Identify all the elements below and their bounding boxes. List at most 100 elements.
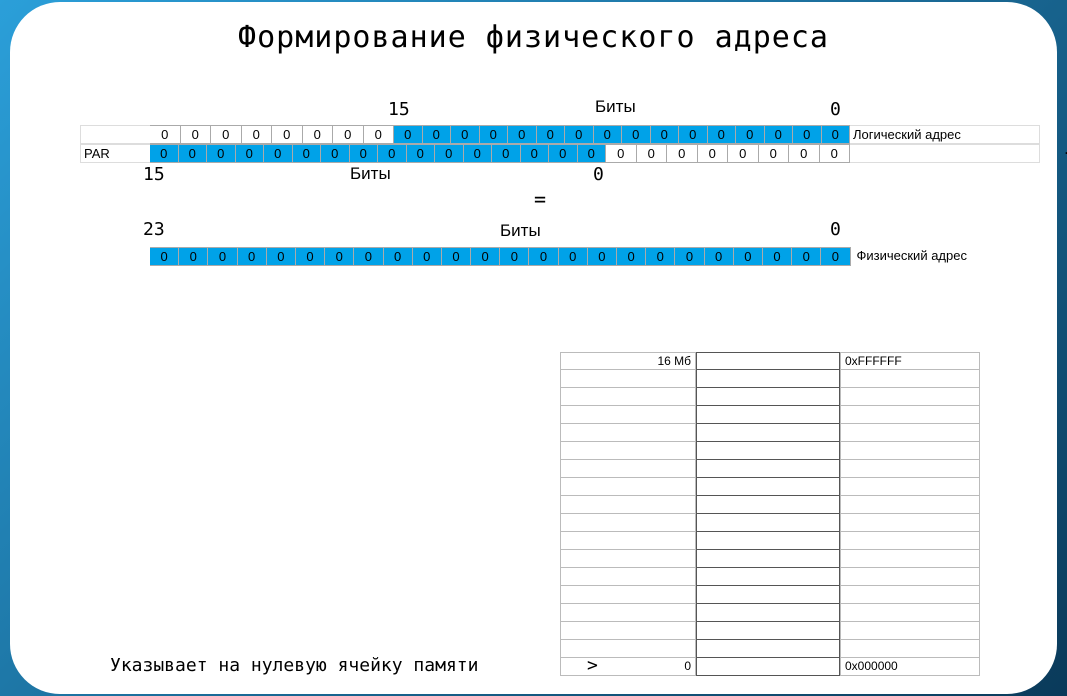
bit-cell: 0 [293, 144, 322, 163]
bit-cell: 0 [150, 125, 181, 144]
bit-cell: 0 [705, 247, 734, 266]
bit-cell: 0 [238, 247, 267, 266]
bit-cell: 0 [820, 144, 851, 163]
memory-row: 16 Мб 0xFFFFFF [560, 352, 980, 370]
bit-cell: 0 [559, 247, 588, 266]
memory-block-cell [696, 478, 840, 496]
equals-operator: = [80, 189, 1000, 219]
memory-addr-cell [840, 514, 980, 532]
memory-addr-cell [840, 640, 980, 658]
memory-row [560, 640, 980, 658]
bit-cell: 0 [333, 125, 364, 144]
bit-cell: 0 [736, 125, 765, 144]
bit-cell: 0 [321, 144, 350, 163]
bit-cell: 0 [242, 125, 273, 144]
bit-cell: 0 [622, 125, 651, 144]
memory-block-cell [696, 442, 840, 460]
memory-addr-cell [840, 586, 980, 604]
bit-cell: 0 [384, 247, 413, 266]
memory-block-cell [696, 568, 840, 586]
bit-cell: 0 [179, 247, 208, 266]
physical-bits-word: Биты [500, 221, 541, 241]
memory-row [560, 478, 980, 496]
bit-cell: 0 [303, 125, 334, 144]
bit-cell: 0 [679, 125, 708, 144]
bit-cell: 0 [667, 144, 698, 163]
bit-cell: 0 [179, 144, 208, 163]
memory-row [560, 424, 980, 442]
memory-block-cell [696, 550, 840, 568]
bit-cell: 0 [521, 144, 550, 163]
memory-row [560, 622, 980, 640]
bit-cell: 0 [793, 125, 822, 144]
bit-cell: 0 [792, 247, 821, 266]
bit-cell: 0 [394, 125, 423, 144]
bit-cell: 0 [651, 125, 680, 144]
memory-size-cell: 0 [560, 658, 696, 676]
memory-block-cell [696, 352, 840, 370]
memory-row [560, 604, 980, 622]
page-title: Формирование физического адреса [10, 2, 1057, 55]
memory-block-cell [696, 370, 840, 388]
par-label: PAR [80, 144, 150, 163]
address-diagram: + 15 Биты 0 000000000000000000000000Логи… [80, 97, 1040, 266]
par-hi-bit: 15 [143, 164, 165, 185]
memory-addr-cell [840, 604, 980, 622]
bit-cell: 0 [354, 247, 383, 266]
bit-cell: 0 [296, 247, 325, 266]
logical-left-spacer [80, 125, 150, 144]
memory-row [560, 514, 980, 532]
memory-size-cell: 16 Мб [560, 352, 696, 370]
memory-row [560, 586, 980, 604]
bit-cell: 0 [407, 144, 436, 163]
memory-addr-cell [840, 622, 980, 640]
bit-cell: 0 [594, 125, 623, 144]
memory-row [560, 442, 980, 460]
memory-size-cell [560, 406, 696, 424]
memory-size-cell [560, 424, 696, 442]
physical-lo-bit: 0 [830, 219, 841, 240]
memory-block-cell [696, 640, 840, 658]
bit-cell: 0 [236, 144, 265, 163]
memory-block-cell [696, 622, 840, 640]
bit-cell: 0 [150, 144, 179, 163]
bit-cell: 0 [565, 125, 594, 144]
memory-size-cell [560, 532, 696, 550]
memory-addr-cell: 0xFFFFFF [840, 352, 980, 370]
logical-lo-bit: 0 [830, 99, 841, 120]
bit-cell: 0 [508, 125, 537, 144]
logical-address-row: 000000000000000000000000Логический адрес [80, 125, 1040, 144]
bit-cell: 0 [471, 247, 500, 266]
bit-cell: 0 [617, 247, 646, 266]
memory-size-cell [560, 568, 696, 586]
arrow-icon: > [587, 655, 598, 676]
bit-cell: 0 [464, 144, 493, 163]
physical-hi-bit: 23 [143, 219, 165, 240]
bit-cell: 0 [208, 247, 237, 266]
physical-left-spacer [80, 247, 150, 266]
memory-addr-cell [840, 478, 980, 496]
bit-cell: 0 [529, 247, 558, 266]
memory-size-cell [560, 586, 696, 604]
memory-block-cell [696, 532, 840, 550]
physical-address-label: Физический адрес [851, 247, 1041, 266]
bit-cell: 0 [325, 247, 354, 266]
bit-cell: 0 [264, 144, 293, 163]
memory-size-cell [560, 604, 696, 622]
memory-size-cell [560, 460, 696, 478]
memory-size-cell [560, 622, 696, 640]
bit-cell: 0 [207, 144, 236, 163]
memory-size-cell [560, 388, 696, 406]
bit-cell: 0 [728, 144, 759, 163]
memory-row: 00x000000 [560, 658, 980, 676]
pointer-caption: Указывает на нулевую ячейку памяти [110, 655, 478, 676]
memory-addr-cell [840, 568, 980, 586]
memory-size-cell [560, 514, 696, 532]
bit-cell: 0 [492, 144, 521, 163]
bit-cell: 0 [549, 144, 578, 163]
bit-cell: 0 [708, 125, 737, 144]
logical-hi-bit: 15 [388, 99, 410, 120]
memory-block-cell [696, 514, 840, 532]
bit-cell: 0 [442, 247, 471, 266]
bit-cell: 0 [451, 125, 480, 144]
